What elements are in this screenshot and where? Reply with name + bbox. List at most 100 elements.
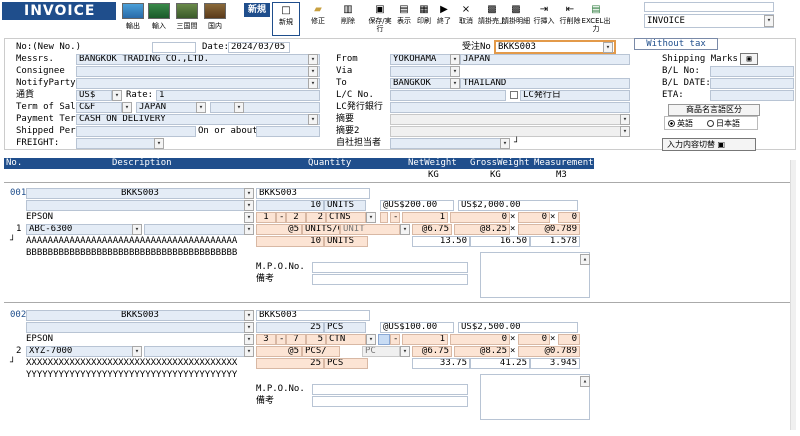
term-country-dropdown-icon[interactable]: ▾ [196, 102, 206, 113]
item-c1[interactable]: 1 [402, 212, 448, 223]
chevron-down-icon[interactable]: ▾ [400, 224, 410, 235]
chevron-down-icon[interactable]: ▾ [244, 224, 254, 235]
item-note-field[interactable] [312, 396, 468, 407]
chevron-down-icon[interactable]: ▴ [580, 376, 590, 387]
lc-field[interactable] [390, 90, 506, 101]
radio-english[interactable] [668, 120, 675, 127]
clear-icon[interactable]: × [550, 334, 555, 344]
delete-button[interactable]: ▥ 削除 [334, 2, 362, 36]
export-image[interactable] [122, 3, 144, 19]
item-per-unit[interactable]: UNITS/CT [302, 224, 340, 235]
lc-issue-date-field[interactable]: LC発行日 [520, 90, 630, 101]
item-unit-field[interactable]: PCS [324, 322, 366, 333]
import-image[interactable] [148, 3, 170, 19]
shipping-marks-button[interactable]: ▣ [740, 53, 758, 65]
order-field[interactable]: BKKS003 [494, 40, 616, 54]
messrs-field[interactable]: BANGKOK TRADING CO.,LTD. [76, 54, 320, 65]
item-pk-from[interactable]: 1 [256, 212, 276, 223]
item-pk-unit[interactable]: CTNS [326, 212, 366, 223]
vertical-scrollbar[interactable] [790, 160, 796, 430]
chevron-down-icon[interactable]: ▾ [244, 310, 254, 321]
notify-field[interactable] [76, 78, 320, 89]
bl-date-field[interactable] [710, 78, 794, 89]
invoice-detail-button[interactable]: ▩ 請掛明細 [502, 2, 530, 36]
consignee-dropdown-icon[interactable]: ▾ [308, 66, 318, 77]
excel-output-button[interactable]: ▤ EXCEL出力 [580, 2, 612, 36]
consignee-field[interactable] [76, 66, 320, 77]
item-c3[interactable]: 0 [518, 334, 550, 345]
chevron-down-icon[interactable]: ▾ [132, 346, 142, 357]
item-amount-field[interactable]: US$2,000.00 [458, 200, 578, 211]
term-dropdown-icon[interactable]: ▾ [122, 102, 132, 113]
item-nw-per[interactable]: @6.75 [412, 346, 452, 357]
staff-dropdown-icon[interactable]: ▾ [500, 138, 510, 149]
shipped-field[interactable] [76, 126, 196, 137]
from-dropdown-icon[interactable]: ▾ [450, 54, 460, 65]
lc-issue-bank-field[interactable] [390, 102, 630, 113]
item-model-field[interactable]: XYZ-7000 [26, 346, 142, 357]
bl-no-field[interactable] [710, 66, 794, 77]
from-country-field[interactable]: JAPAN [460, 54, 630, 65]
item-price-field[interactable]: @US$200.00 [380, 200, 454, 211]
item-pk-to[interactable]: 2 [286, 212, 306, 223]
item-tot-unit[interactable]: UNITS [324, 236, 368, 247]
radio-japanese[interactable] [707, 120, 714, 127]
item-model2-field[interactable] [144, 224, 254, 235]
item-model2-field[interactable] [144, 346, 254, 357]
eta-field[interactable] [710, 90, 794, 101]
term-field[interactable]: C&F [76, 102, 122, 113]
cancel-button[interactable]: × 取消 [452, 2, 480, 36]
lc-checkbox[interactable] [510, 91, 518, 99]
clear-icon[interactable]: × [510, 346, 515, 356]
via-dropdown-icon[interactable]: ▾ [450, 66, 460, 77]
edit-button[interactable]: ▰ 修正 [304, 2, 332, 36]
item-qty-field[interactable]: 25 [256, 322, 324, 333]
payment-dropdown-icon[interactable]: ▾ [308, 114, 318, 125]
item-c2[interactable]: 0 [450, 212, 510, 223]
item-code-field[interactable]: BKKS003 [26, 188, 254, 199]
item-pk-extra-selected[interactable] [378, 334, 390, 345]
triangular-image[interactable] [176, 3, 198, 19]
clear-icon[interactable]: × [510, 224, 515, 234]
currency-field[interactable]: US$ [76, 90, 112, 101]
shipped-date-field[interactable] [256, 126, 320, 137]
item-c2[interactable]: 0 [450, 334, 510, 345]
remark1-dropdown-icon[interactable]: ▾ [620, 114, 630, 125]
date-field[interactable]: 2024/03/05 [228, 42, 290, 53]
without-tax-button[interactable]: Without tax [634, 38, 718, 50]
freight-field[interactable] [76, 138, 164, 149]
notify-dropdown-icon[interactable]: ▾ [308, 78, 318, 89]
item-pk-unit[interactable]: CTN [326, 334, 366, 345]
item-tot-qty[interactable]: 25 [256, 358, 324, 369]
rate-field[interactable]: 1 [156, 90, 320, 101]
item-pk-extra[interactable] [380, 212, 388, 223]
item-gw-per[interactable]: @8.25 [454, 224, 510, 235]
remark1-field[interactable] [390, 114, 630, 125]
chevron-down-icon[interactable]: ▴ [580, 254, 590, 265]
insert-row-button[interactable]: ⇥ 行挿入 [530, 2, 558, 36]
item-pk-qty[interactable]: 2 [306, 212, 326, 223]
chevron-down-icon[interactable]: ▾ [400, 346, 410, 357]
remark2-dropdown-icon[interactable]: ▾ [620, 126, 630, 137]
staff-field[interactable] [390, 138, 510, 149]
no-field[interactable] [152, 42, 196, 53]
item-tot-qty[interactable]: 10 [256, 236, 324, 247]
payment-field[interactable]: CASH ON DELIVERY [76, 114, 320, 125]
freight-dropdown-icon[interactable]: ▾ [154, 138, 164, 149]
chevron-down-icon[interactable]: ▾ [132, 224, 142, 235]
remark2-field[interactable] [390, 126, 630, 137]
chevron-down-icon[interactable]: ▾ [244, 212, 254, 223]
item-nw-per[interactable]: @6.75 [412, 224, 452, 235]
chevron-down-icon[interactable]: ▾ [366, 212, 376, 223]
item-model-field[interactable]: ABC-6300 [26, 224, 142, 235]
item-c1[interactable]: 1 [402, 334, 448, 345]
item-pk-to[interactable]: 7 [286, 334, 306, 345]
document-type-select[interactable]: INVOICE [644, 14, 774, 28]
chevron-down-icon[interactable]: ▾ [244, 188, 254, 199]
item-memo-area[interactable] [480, 374, 590, 420]
clear-icon[interactable]: × [510, 334, 515, 344]
to-country-field[interactable]: THAILAND [460, 78, 630, 89]
item-memo-area[interactable] [480, 252, 590, 298]
item-c3[interactable]: 0 [518, 212, 550, 223]
term-extra-dropdown-icon[interactable]: ▾ [234, 102, 244, 113]
